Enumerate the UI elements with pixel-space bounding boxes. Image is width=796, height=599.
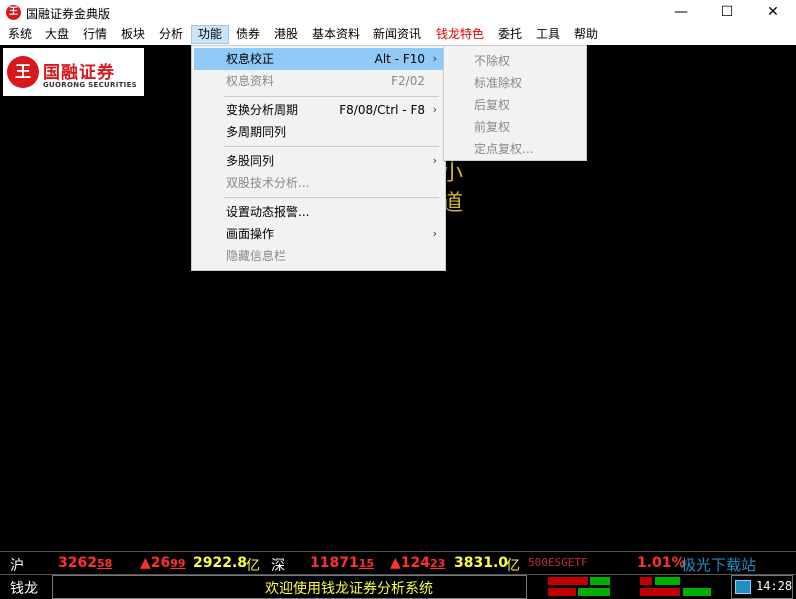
menu-help[interactable]: 帮助 xyxy=(568,25,604,44)
menu-hk-stocks[interactable]: 港股 xyxy=(268,25,304,44)
menu-entry-multi-period[interactable]: 多周期同列 xyxy=(194,121,443,143)
menu-entry-label: 多周期同列 xyxy=(226,125,287,139)
menu-entry-label: 设置动态报警... xyxy=(226,205,310,219)
menu-entry-shortcut: Alt - F10 xyxy=(374,52,425,66)
sh-label: 沪 xyxy=(10,558,24,574)
sz-volume: 3831.0 xyxy=(454,555,509,571)
menu-news[interactable]: 新闻资讯 xyxy=(367,25,427,44)
logo-emblem-icon: 王 xyxy=(7,56,39,88)
menu-tools[interactable]: 工具 xyxy=(530,25,566,44)
menu-entry-shortcut: F2/02 xyxy=(391,74,425,88)
menu-entry-label: 多股同列 xyxy=(226,154,275,168)
menu-entry-screen-ops[interactable]: 画面操作 › xyxy=(194,223,443,245)
connection-status-icon[interactable] xyxy=(735,580,751,594)
decline-bar xyxy=(683,588,711,596)
submenu-arrow-icon: › xyxy=(432,52,437,65)
advance-bar xyxy=(548,577,588,585)
function-menu-dropdown: 权息校正 Alt - F10 › 权息资料 F2/02 变换分析周期 F8/08… xyxy=(191,45,446,271)
app-icon: 王 xyxy=(6,5,21,20)
menu-separator xyxy=(224,197,439,198)
menu-entry-label: 画面操作 xyxy=(226,227,275,241)
submenu-fixed-point-adjust[interactable]: 定点复权... xyxy=(474,140,533,157)
logo-cn-text: 国融证券 xyxy=(43,63,115,83)
window-title: 国融证券金典版 xyxy=(26,7,111,21)
title-bar: 王 国融证券金典版 — ☐ ✕ xyxy=(0,0,796,26)
sz-volume-unit: 亿 xyxy=(506,558,520,574)
submenu-no-adjust[interactable]: 不除权 xyxy=(474,52,510,69)
menu-entry-label: 双股技术分析... xyxy=(226,176,310,190)
menu-fundamentals[interactable]: 基本资料 xyxy=(306,25,366,44)
clock-time: 14:28 xyxy=(756,579,793,593)
menu-entry-hide-info-bar[interactable]: 隐藏信息栏 xyxy=(194,245,443,267)
decline-bar xyxy=(578,588,610,596)
sz-label: 深 xyxy=(271,558,285,574)
advance-bar xyxy=(640,577,652,585)
menu-orders[interactable]: 委托 xyxy=(492,25,528,44)
sh-change: ▲2699 xyxy=(140,555,186,571)
sz-index: 1187115 xyxy=(310,555,375,571)
decline-bar xyxy=(590,577,610,585)
logo-en-text: GUORONG SECURITIES xyxy=(43,81,138,89)
watermark-text: 极光下载站 xyxy=(681,556,757,574)
message-status-bar: 钱龙 欢迎使用钱龙证券分析系统 14:28 xyxy=(0,574,796,599)
advance-bar xyxy=(640,588,680,596)
rights-correction-submenu: 不除权 标准除权 后复权 前复权 定点复权... xyxy=(443,45,587,161)
menu-entry-rights-correction[interactable]: 权息校正 Alt - F10 › xyxy=(194,48,443,70)
minimize-button[interactable]: — xyxy=(658,0,704,25)
menu-entry-label: 权息资料 xyxy=(226,74,275,88)
maximize-button[interactable]: ☐ xyxy=(704,0,750,25)
menu-sectors[interactable]: 板块 xyxy=(115,25,151,44)
advance-bar xyxy=(548,588,576,596)
menu-entry-rights-data[interactable]: 权息资料 F2/02 xyxy=(194,70,443,92)
menu-separator xyxy=(224,96,439,97)
menu-entry-change-period[interactable]: 变换分析周期 F8/08/Ctrl - F8 › xyxy=(194,99,443,121)
decline-bar xyxy=(655,577,680,585)
menu-entry-label: 权息校正 xyxy=(226,52,275,66)
menu-system[interactable]: 系统 xyxy=(2,25,38,44)
sh-volume: 2922.8 xyxy=(193,555,248,571)
menu-entry-alerts[interactable]: 设置动态报警... xyxy=(194,201,443,223)
menu-quotes[interactable]: 行情 xyxy=(77,25,113,44)
menu-market[interactable]: 大盘 xyxy=(39,25,75,44)
submenu-standard-adjust[interactable]: 标准除权 xyxy=(474,74,522,91)
submenu-forward-adjust[interactable]: 前复权 xyxy=(474,118,510,135)
menu-bar: 系统 大盘 行情 板块 分析 功能 债券 港股 基本资料 新闻资讯 钱龙特色 委… xyxy=(0,25,796,45)
submenu-arrow-icon: › xyxy=(432,154,437,167)
close-button[interactable]: ✕ xyxy=(750,0,796,25)
menu-functions[interactable]: 功能 xyxy=(191,25,230,44)
brand-logo: 王 国融证券 GUORONG SECURITIES xyxy=(3,48,144,96)
menu-bonds[interactable]: 债券 xyxy=(230,25,266,44)
index-status-bar: 沪 326258 ▲2699 2922.8 亿 深 1187115 ▲12423… xyxy=(0,551,796,574)
menu-entry-multi-stock[interactable]: 多股同列 › xyxy=(194,150,443,172)
menu-analysis[interactable]: 分析 xyxy=(153,25,189,44)
menu-entry-label: 变换分析周期 xyxy=(226,103,299,117)
sh-volume-unit: 亿 xyxy=(246,558,260,574)
sz-change: ▲12423 xyxy=(390,555,446,571)
submenu-backward-adjust[interactable]: 后复权 xyxy=(474,96,510,113)
app-name-label: 钱龙 xyxy=(10,581,38,597)
etf-change: 1.01% xyxy=(637,555,686,571)
submenu-arrow-icon: › xyxy=(432,103,437,116)
sh-index: 326258 xyxy=(58,555,113,571)
menu-entry-shortcut: F8/08/Ctrl - F8 xyxy=(339,103,425,117)
menu-separator xyxy=(224,146,439,147)
submenu-arrow-icon: › xyxy=(432,227,437,240)
etf-name: 500ESGETF xyxy=(528,556,588,569)
welcome-message: 欢迎使用钱龙证券分析系统 xyxy=(265,581,433,597)
menu-qianlong-features[interactable]: 钱龙特色 xyxy=(430,25,490,44)
menu-entry-dual-stock[interactable]: 双股技术分析... xyxy=(194,172,443,194)
menu-entry-label: 隐藏信息栏 xyxy=(226,249,287,263)
